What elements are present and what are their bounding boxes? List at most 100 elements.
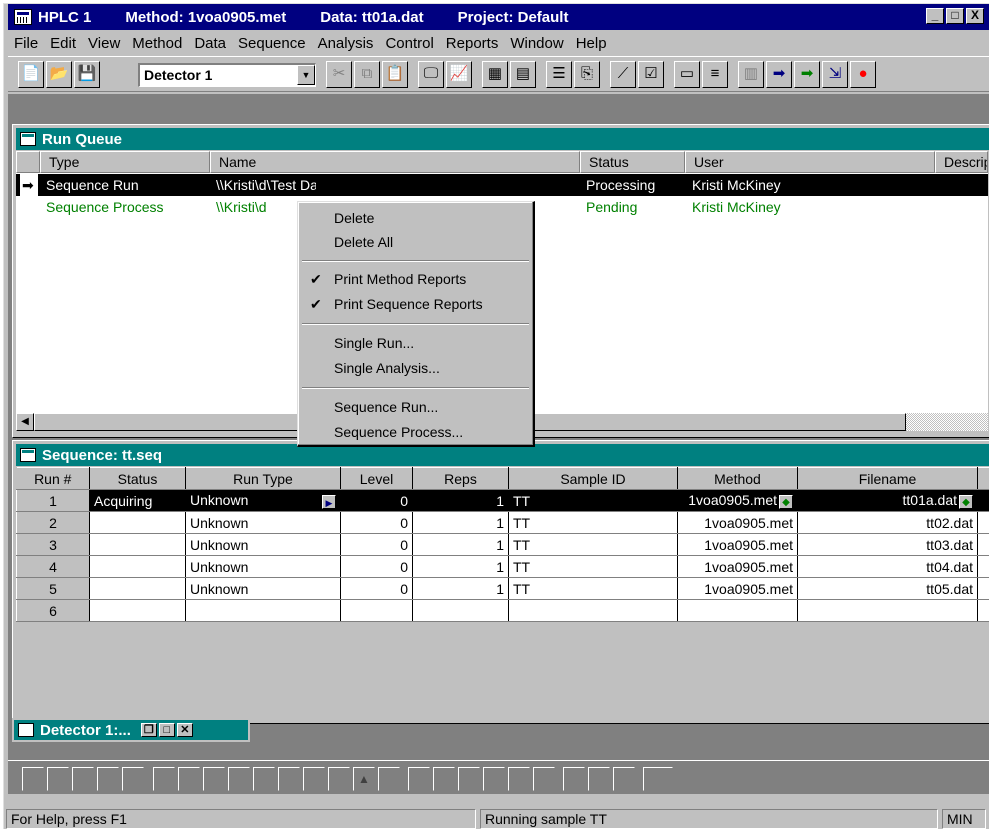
- table-row[interactable]: 4 Unknown 0 1 TT 1voa0905.met tt04.dat: [17, 556, 989, 578]
- paste-icon[interactable]: 📋: [382, 61, 408, 88]
- restore-icon[interactable]: ❐: [141, 723, 157, 737]
- table-row[interactable]: 6: [17, 600, 989, 622]
- sequence-arrow-icon[interactable]: ➡: [794, 61, 820, 88]
- table-row[interactable]: 5 Unknown 0 1 TT 1voa0905.met tt05.dat: [17, 578, 989, 600]
- table-row[interactable]: 2 Unknown 0 1 TT 1voa0905.met tt02.dat: [17, 512, 989, 534]
- list-item[interactable]: ➡ Sequence Run \\Kristi\d\Test Data\tt.s…: [16, 174, 988, 196]
- close-button[interactable]: X: [966, 8, 984, 24]
- chevron-down-icon[interactable]: ▼: [297, 65, 315, 85]
- peak-tool-icon[interactable]: △: [228, 767, 250, 791]
- detector-select[interactable]: Detector 1 ▼: [138, 63, 316, 87]
- menu-data[interactable]: Data: [188, 35, 232, 52]
- menu-file[interactable]: File: [8, 35, 44, 52]
- menu-item-print-sequence-reports[interactable]: Print Sequence Reports: [334, 293, 483, 315]
- maximize-button[interactable]: □: [946, 8, 964, 24]
- menu-method[interactable]: Method: [126, 35, 188, 52]
- peak-tool-icon[interactable]: ⩘: [613, 767, 635, 791]
- monitor-icon[interactable]: 🖵: [418, 61, 444, 88]
- peak-tool-icon[interactable]: ⩘: [178, 767, 200, 791]
- column-sample-id[interactable]: Sample ID: [509, 468, 678, 490]
- method-browse-icon[interactable]: ◆: [779, 495, 793, 509]
- menu-item-print-method-reports[interactable]: Print Method Reports: [334, 268, 466, 290]
- menu-item-sequence-run[interactable]: Sequence Run...: [334, 396, 438, 418]
- peak-tool-icon[interactable]: ⩘: [563, 767, 585, 791]
- column-level[interactable]: Level: [341, 468, 413, 490]
- peak-tool-icon[interactable]: ⩘: [458, 767, 480, 791]
- peak-tool-icon[interactable]: ⩘: [588, 767, 610, 791]
- stop-icon[interactable]: ●: [850, 61, 876, 88]
- peak-tool-icon[interactable]: ⩘: [22, 767, 44, 791]
- column-run-type[interactable]: Run Type: [186, 468, 341, 490]
- peak-tool-icon[interactable]: ⩘: [72, 767, 94, 791]
- column-method[interactable]: Method: [678, 468, 798, 490]
- menu-analysis[interactable]: Analysis: [312, 35, 380, 52]
- peak-tool-icon[interactable]: ✕: [97, 767, 119, 791]
- sequence-title-bar[interactable]: Sequence: tt.seq: [16, 444, 989, 466]
- peak-tool-icon[interactable]: △: [253, 767, 275, 791]
- peak-tool-icon[interactable]: ⩘: [378, 767, 400, 791]
- peak-tool-icon[interactable]: ▽: [303, 767, 325, 791]
- calibration-icon[interactable]: ⟋: [610, 61, 636, 88]
- scroll-left-icon[interactable]: ◀: [16, 413, 34, 431]
- save-icon[interactable]: 💾: [74, 61, 100, 88]
- peak-tool-icon[interactable]: ⩘: [508, 767, 530, 791]
- peak-tool-icon[interactable]: ≂: [47, 767, 69, 791]
- menu-help[interactable]: Help: [570, 35, 613, 52]
- table-alt-icon[interactable]: ▤: [510, 61, 536, 88]
- menu-item-delete[interactable]: Delete: [334, 207, 374, 229]
- column-status[interactable]: Status: [90, 468, 186, 490]
- column-filename[interactable]: Filename: [798, 468, 978, 490]
- copy-report-icon[interactable]: ⎘: [574, 61, 600, 88]
- column-reps[interactable]: Reps: [413, 468, 509, 490]
- app-system-icon[interactable]: [14, 9, 32, 25]
- run-arrow-icon[interactable]: ➡: [766, 61, 792, 88]
- peak-tool-icon[interactable]: ▲: [353, 767, 375, 791]
- table-row[interactable]: 1 Acquiring Unknown▶ 0 1 TT 1voa0905.met…: [17, 490, 989, 512]
- peak-tool-icon[interactable]: ⩘: [483, 767, 505, 791]
- graph-disabled-icon[interactable]: ▥: [738, 61, 764, 88]
- peak-tool-icon[interactable]: ⩘: [153, 767, 175, 791]
- detector-minimized-window[interactable]: Detector 1:... ❐ □ ✕: [12, 718, 250, 742]
- peak-tool-icon[interactable]: ⩘: [433, 767, 455, 791]
- chromatogram-icon[interactable]: 📈: [446, 61, 472, 88]
- maximize-icon[interactable]: □: [159, 723, 175, 737]
- open-folder-icon[interactable]: 📂: [46, 61, 72, 88]
- step-icon[interactable]: ⇲: [822, 61, 848, 88]
- properties-icon[interactable]: ☑: [638, 61, 664, 88]
- column-run-number[interactable]: Run #: [17, 468, 90, 490]
- table-row[interactable]: 3 Unknown 0 1 TT 1voa0905.met tt03.dat: [17, 534, 989, 556]
- menu-window[interactable]: Window: [504, 35, 569, 52]
- new-document-icon[interactable]: 📄: [18, 61, 44, 88]
- close-icon[interactable]: ✕: [177, 723, 193, 737]
- list-icon[interactable]: ☰: [546, 61, 572, 88]
- peak-tool-icon[interactable]: ⩘: [328, 767, 350, 791]
- peak-tool-icon[interactable]: ⩘: [533, 767, 555, 791]
- menu-item-single-analysis[interactable]: Single Analysis...: [334, 357, 440, 379]
- copy-icon[interactable]: ⧉: [354, 61, 380, 88]
- column-description[interactable]: Descrip: [935, 151, 988, 173]
- rate-5hz-button[interactable]: 5 Hz: [643, 767, 673, 791]
- peak-tool-icon[interactable]: △: [408, 767, 430, 791]
- menu-item-delete-all[interactable]: Delete All: [334, 231, 393, 253]
- peak-tool-icon[interactable]: ◸: [278, 767, 300, 791]
- title-bar[interactable]: HPLC 1 Method: 1voa0905.met Data: tt01a.…: [8, 4, 989, 30]
- run-queue-title-bar[interactable]: Run Queue: [16, 128, 989, 150]
- file-browse-icon[interactable]: ◆: [959, 495, 973, 509]
- column-user[interactable]: User: [685, 151, 935, 173]
- play-dropdown-icon[interactable]: ▶: [322, 495, 336, 509]
- minimize-button[interactable]: _: [926, 8, 944, 24]
- menu-item-single-run[interactable]: Single Run...: [334, 332, 414, 354]
- column-type[interactable]: Type: [40, 151, 210, 173]
- menu-item-sequence-process[interactable]: Sequence Process...: [334, 421, 463, 443]
- peak-tool-icon[interactable]: ⩘: [203, 767, 225, 791]
- menu-view[interactable]: View: [82, 35, 126, 52]
- instrument-icon[interactable]: ▭: [674, 61, 700, 88]
- column-name[interactable]: Name: [210, 151, 580, 173]
- menu-control[interactable]: Control: [379, 35, 439, 52]
- column-status[interactable]: Status: [580, 151, 685, 173]
- menu-sequence[interactable]: Sequence: [232, 35, 312, 52]
- table-icon[interactable]: ▦: [482, 61, 508, 88]
- cut-icon[interactable]: ✂: [326, 61, 352, 88]
- peak-tool-icon[interactable]: ⩘: [122, 767, 144, 791]
- menu-reports[interactable]: Reports: [440, 35, 505, 52]
